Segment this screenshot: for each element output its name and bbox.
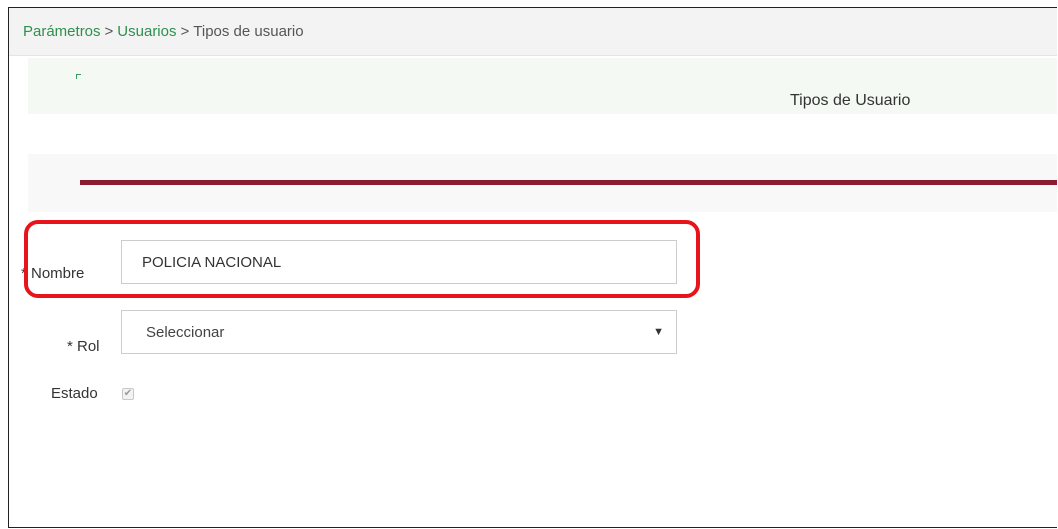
breadcrumb-separator: > bbox=[180, 23, 190, 40]
content-frame: Parámetros > Usuarios > Tipos de usuario… bbox=[8, 7, 1057, 528]
estado-label: Estado bbox=[51, 385, 98, 402]
page-header: Tipos de Usuario bbox=[28, 58, 1057, 114]
checkmark-icon: ✔ bbox=[123, 388, 133, 399]
page-title: Tipos de Usuario bbox=[790, 92, 911, 109]
breadcrumb-link-usuarios[interactable]: Usuarios bbox=[117, 23, 176, 40]
section-header bbox=[28, 154, 1057, 212]
rol-select-value: Seleccionar bbox=[146, 323, 225, 341]
breadcrumb: Parámetros > Usuarios > Tipos de usuario bbox=[9, 8, 1057, 56]
caret-down-icon: ▼ bbox=[653, 326, 664, 338]
nombre-input[interactable] bbox=[121, 240, 677, 284]
nombre-label: * Nombre bbox=[21, 265, 85, 282]
estado-checkbox[interactable]: ✔ bbox=[122, 388, 134, 400]
corner-mark-icon bbox=[76, 74, 81, 79]
breadcrumb-current: Tipos de usuario bbox=[193, 23, 304, 40]
breadcrumb-separator: > bbox=[104, 23, 114, 40]
breadcrumb-link-parametros[interactable]: Parámetros bbox=[23, 23, 101, 40]
rol-select[interactable]: Seleccionar ▼ bbox=[121, 310, 677, 354]
section-divider bbox=[80, 180, 1057, 185]
rol-label: * Rol bbox=[67, 338, 100, 355]
